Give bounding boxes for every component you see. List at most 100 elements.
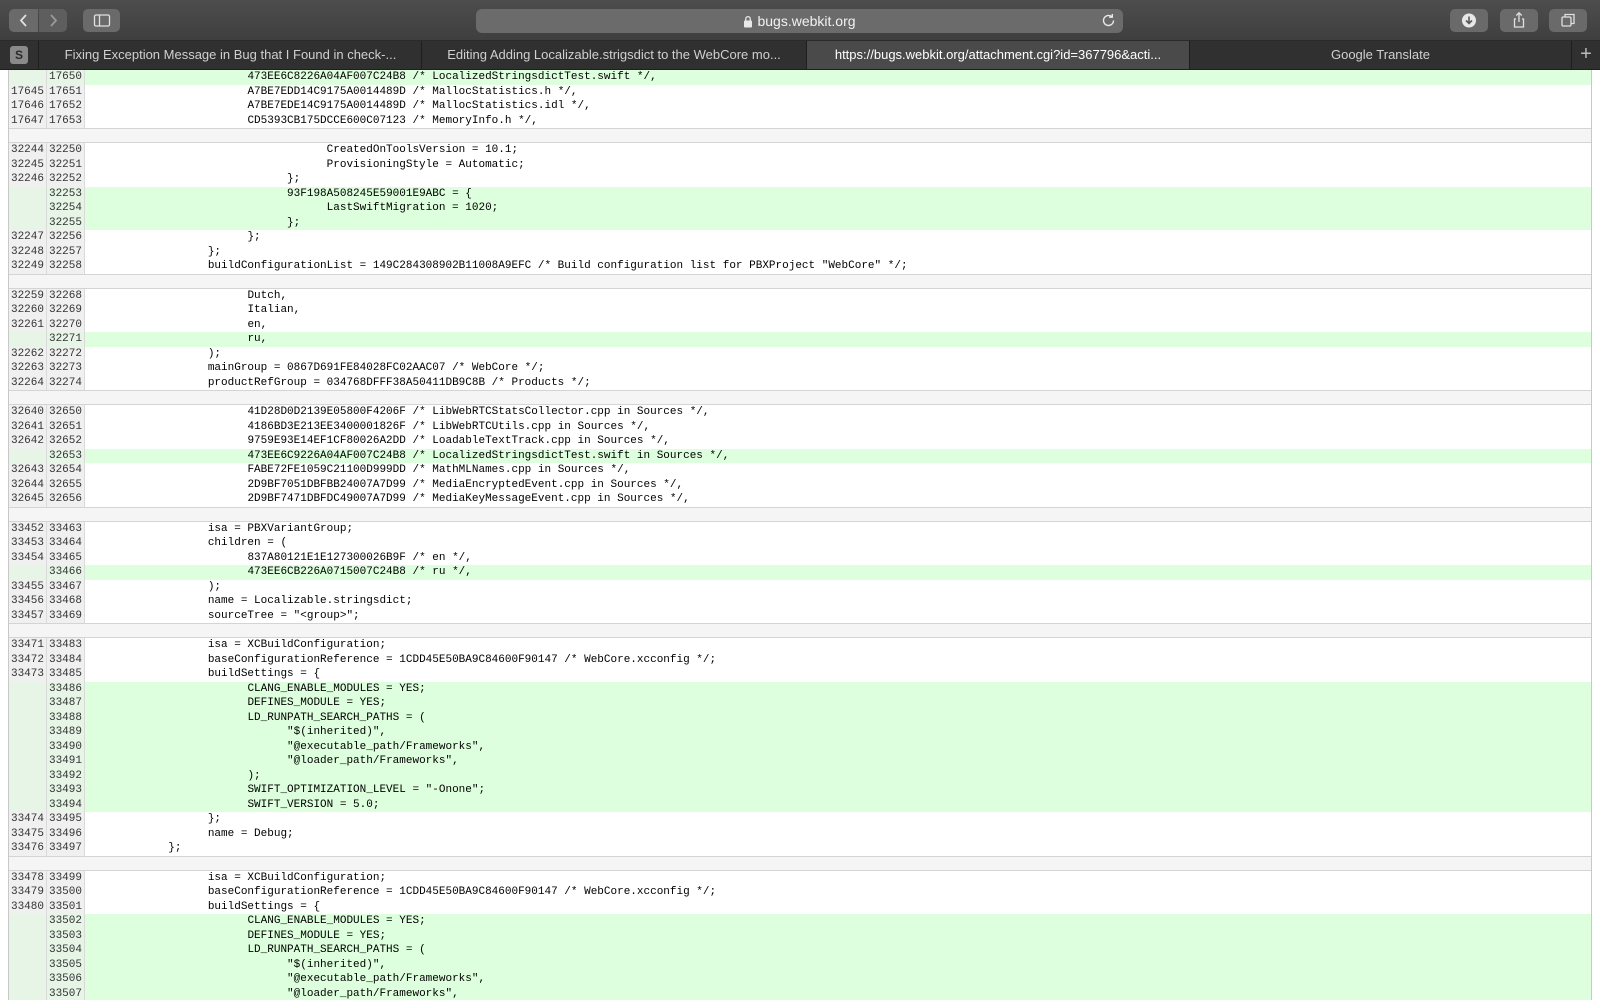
code-text: 2D9BF7471DBFDC49007A7D99 /* MediaKeyMess… — [89, 493, 690, 505]
new-line-number: 32653 — [47, 448, 85, 463]
code-text: ru, — [85, 332, 1591, 347]
new-line-number: 32650 — [47, 405, 85, 420]
old-line-number: 32259 — [9, 288, 47, 303]
code-text: Italian, — [89, 304, 301, 316]
new-line-number: 32656 — [47, 492, 85, 507]
code-text: buildSettings = { — [89, 668, 321, 680]
old-line-number — [9, 768, 47, 783]
browser-toolbar: bugs.webkit.org — [0, 0, 1600, 41]
diff-line-context: 32645 32656 2D9BF7471DBFDC49007A7D99 /* M… — [9, 492, 1591, 507]
code-text: 41D28D0D2139E05800F4206F /* LibWebRTCSta… — [89, 406, 710, 418]
old-line-number: 33476 — [9, 841, 47, 856]
tab-overview-icon — [1561, 13, 1575, 27]
old-line-number: 17645 — [9, 84, 47, 99]
diff-line-added: 33488 LD_RUNPATH_SEARCH_PATHS = ( — [9, 710, 1591, 725]
tab-overview-button[interactable] — [1549, 9, 1587, 32]
tab-1[interactable]: Fixing Exception Message in Bug that I F… — [40, 41, 422, 69]
diff-line-added: 33466 473EE6CB226A0715007C24B8 /* ru */, — [9, 565, 1591, 580]
code-text: 837A80121E1E127300026B9F /* en */, — [89, 551, 472, 564]
new-line-number: 33495 — [47, 812, 85, 827]
diff-line-context: 33473 33485 buildSettings = { — [9, 667, 1591, 682]
old-line-number: 33480 — [9, 899, 47, 914]
old-line-number: 32645 — [9, 492, 47, 507]
old-line-number: 33471 — [9, 638, 47, 653]
old-line-number: 17646 — [9, 99, 47, 114]
new-line-number: 17653 — [47, 113, 85, 128]
old-line-number — [9, 332, 47, 347]
old-line-number: 32246 — [9, 172, 47, 187]
new-line-number: 17651 — [47, 84, 85, 99]
chevron-right-icon — [50, 14, 58, 27]
diff-line-context: 32249 32258 buildConfigurationList = 149C… — [9, 259, 1591, 274]
diff-line-added: 32653 473EE6C9226A04AF007C24B8 /* Locali… — [9, 448, 1591, 463]
old-line-number — [9, 710, 47, 725]
code-text: 473EE6C8226A04AF007C24B8 /* LocalizedStr… — [85, 70, 1591, 85]
reload-icon[interactable] — [1100, 12, 1117, 29]
old-line-number: 32641 — [9, 419, 47, 434]
old-line-number: 33452 — [9, 521, 47, 536]
download-icon — [1462, 13, 1476, 28]
tab-bar: S Fixing Exception Message in Bug that I… — [0, 41, 1600, 70]
code-text: DEFINES_MODULE = YES; — [85, 696, 1591, 711]
old-line-number: 33474 — [9, 812, 47, 827]
hunk-separator — [9, 506, 1591, 522]
old-line-number — [9, 725, 47, 740]
share-icon — [1513, 11, 1525, 28]
new-line-number: 33483 — [47, 638, 85, 653]
old-line-number — [9, 986, 47, 1000]
old-line-number: 32263 — [9, 361, 47, 376]
code-text: SWIFT_VERSION = 5.0; — [85, 797, 1591, 812]
diff-line-context: 33453 33464 children = ( — [9, 536, 1591, 551]
diff-line-context: 33476 33497 }; — [9, 841, 1591, 856]
new-line-number: 17650 — [47, 70, 85, 85]
code-text: sourceTree = "<group>"; — [89, 609, 360, 622]
tab-4[interactable]: Google Translate — [1190, 41, 1572, 69]
code-text: }; — [89, 813, 222, 825]
diff-line-context: 17646 17652 A7BE7EDE14C9175A0014489D /* M… — [9, 99, 1591, 114]
code-text: LD_RUNPATH_SEARCH_PATHS = ( — [85, 710, 1591, 725]
new-line-number: 33505 — [47, 957, 85, 972]
diff-line-context: 33452 33463 isa = PBXVariantGroup; — [9, 521, 1591, 536]
downloads-button[interactable] — [1450, 9, 1488, 32]
hunk-separator — [9, 128, 1591, 143]
diff-line-context: 32643 32654 FABE72FE1059C21100D999DD /* M… — [9, 463, 1591, 478]
new-line-number: 33504 — [47, 943, 85, 958]
old-line-number: 32260 — [9, 303, 47, 318]
diff-line-context: 32244 32250 CreatedOnToolsVersion = 10.1; — [9, 143, 1591, 158]
new-line-number: 33493 — [47, 783, 85, 798]
hunk-separator — [9, 623, 1591, 638]
diff-line-added: 33504 LD_RUNPATH_SEARCH_PATHS = ( — [9, 943, 1591, 958]
old-line-number: 32640 — [9, 405, 47, 420]
old-line-number: 33478 — [9, 870, 47, 885]
pinned-tab-favicon: S — [10, 46, 28, 64]
diff-line-added: 33489 "$(inherited)", — [9, 725, 1591, 740]
new-line-number: 32254 — [47, 201, 85, 216]
new-line-number: 33464 — [47, 536, 85, 551]
back-button[interactable] — [9, 9, 38, 32]
address-bar[interactable]: bugs.webkit.org — [476, 9, 1123, 33]
old-line-number: 32261 — [9, 317, 47, 332]
new-tab-button[interactable]: + — [1572, 41, 1600, 69]
old-line-number: 33456 — [9, 594, 47, 609]
diff-view: 17650 473EE6C8226A04AF007C24B8 /* Locali… — [8, 70, 1592, 1000]
diff-line-added: 33487 DEFINES_MODULE = YES; — [9, 696, 1591, 711]
old-line-number: 32642 — [9, 434, 47, 449]
diff-line-added: 33493 SWIFT_OPTIMIZATION_LEVEL = "-Onone… — [9, 783, 1591, 798]
diff-line-context: 33457 33469 sourceTree = "<group>"; — [9, 608, 1591, 623]
diff-line-context: 32245 32251 ProvisioningStyle = Automatic… — [9, 157, 1591, 172]
old-line-number — [9, 914, 47, 929]
share-button[interactable] — [1500, 9, 1538, 32]
code-text: baseConfigurationReference = 1CDD45E50BA… — [89, 653, 717, 666]
old-line-number: 32249 — [9, 259, 47, 274]
diff-line-context: 32264 32274 productRefGroup = 034768DFFF3… — [9, 375, 1591, 390]
tab-3-active[interactable]: https://bugs.webkit.org/attachment.cgi?i… — [807, 41, 1190, 69]
forward-button[interactable] — [39, 9, 67, 32]
pinned-tab[interactable]: S — [0, 41, 39, 69]
code-text: children = ( — [89, 537, 288, 549]
new-line-number: 33497 — [47, 841, 85, 856]
sidebar-toggle-button[interactable] — [83, 9, 120, 32]
diff-line-context: 32261 32270 en, — [9, 317, 1591, 332]
diff-line-added: 32255 }; — [9, 215, 1591, 230]
old-line-number: 32644 — [9, 477, 47, 492]
tab-2[interactable]: Editing Adding Localizable.strigsdict to… — [422, 41, 807, 69]
